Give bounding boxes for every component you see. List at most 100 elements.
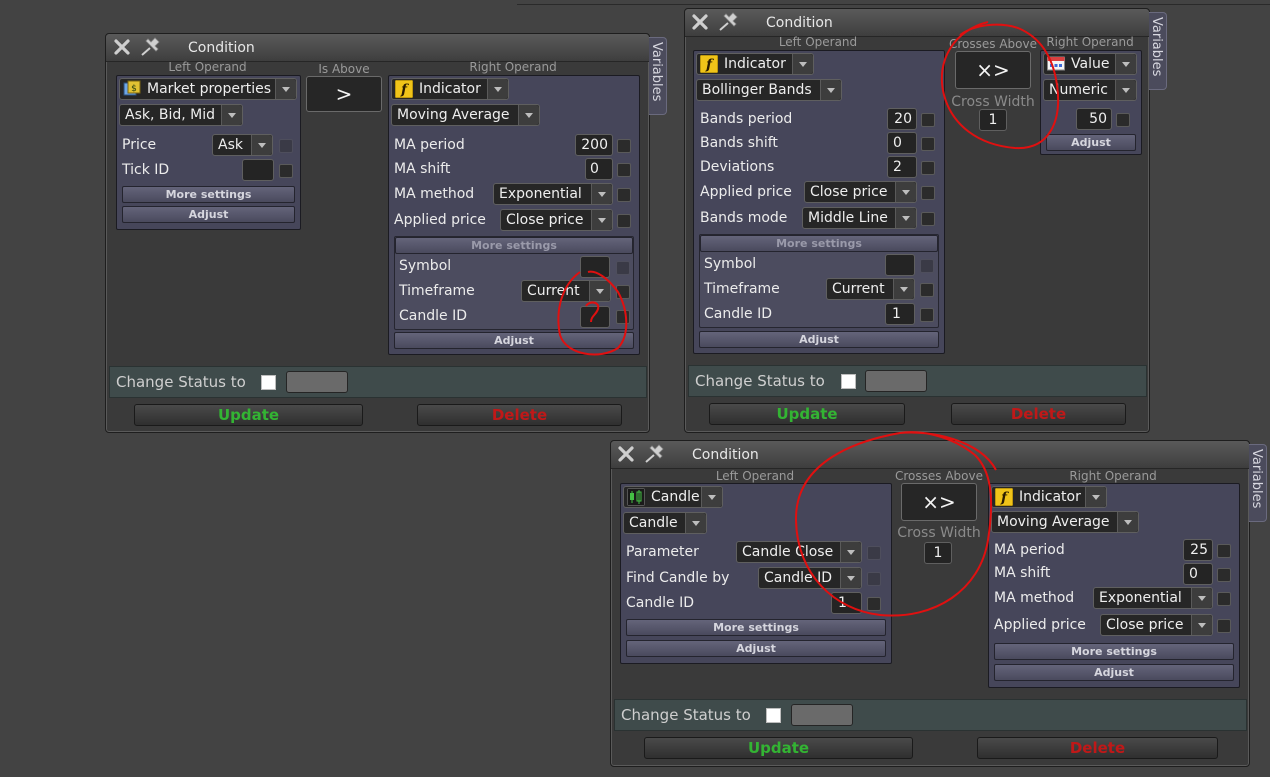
price-dropdown[interactable]: Ask bbox=[212, 134, 273, 156]
ma-period-input[interactable]: 25 bbox=[1183, 539, 1213, 561]
more-settings-button[interactable]: More settings bbox=[994, 643, 1234, 660]
close-icon[interactable] bbox=[691, 13, 709, 31]
value-input[interactable]: 50 bbox=[1076, 108, 1112, 130]
more-settings-button[interactable]: More settings bbox=[122, 186, 295, 203]
timeframe-checkbox[interactable] bbox=[920, 283, 934, 297]
more-settings-button[interactable]: More settings bbox=[395, 237, 633, 254]
adjust-button[interactable]: Adjust bbox=[1046, 134, 1136, 151]
deviations-checkbox[interactable] bbox=[921, 161, 935, 175]
delete-button[interactable]: Delete bbox=[417, 404, 622, 426]
right-operand-sub-dropdown[interactable]: Moving Average bbox=[991, 511, 1139, 533]
find-candle-by-dropdown[interactable]: Candle ID bbox=[758, 567, 862, 589]
crosses-above-button[interactable]: ×> bbox=[955, 51, 1031, 89]
right-operand-sub-dropdown[interactable]: Numeric bbox=[1043, 79, 1137, 101]
pin-icon[interactable] bbox=[643, 444, 667, 464]
right-operand-type-dropdown[interactable]: f Indicator bbox=[991, 486, 1107, 508]
change-status-checkbox[interactable] bbox=[766, 708, 781, 723]
value-checkbox[interactable] bbox=[1116, 113, 1130, 127]
ma-method-dropdown[interactable]: Exponential bbox=[1093, 587, 1213, 609]
status-color-swatch[interactable] bbox=[865, 370, 927, 392]
applied-price-dropdown[interactable]: Close price bbox=[500, 209, 613, 231]
bands-mode-dropdown[interactable]: Middle Line bbox=[802, 207, 917, 229]
pin-icon[interactable] bbox=[139, 37, 163, 57]
ma-method-checkbox[interactable] bbox=[617, 188, 631, 202]
right-operand-sub-dropdown[interactable]: Moving Average bbox=[391, 104, 540, 126]
adjust-button[interactable]: Adjust bbox=[122, 206, 295, 223]
applied-price-dropdown[interactable]: Close price bbox=[804, 181, 917, 203]
bands-period-input[interactable]: 20 bbox=[887, 108, 917, 130]
applied-price-dropdown[interactable]: Close price bbox=[1100, 614, 1213, 636]
variables-tab[interactable]: Variables bbox=[1149, 12, 1167, 90]
adjust-button[interactable]: Adjust bbox=[394, 332, 634, 349]
left-operand-type-dropdown[interactable]: f Indicator bbox=[696, 53, 814, 75]
pin-icon[interactable] bbox=[717, 12, 741, 32]
update-button[interactable]: Update bbox=[134, 404, 363, 426]
left-operand-type-dropdown[interactable]: Candle bbox=[623, 486, 723, 508]
ma-shift-checkbox[interactable] bbox=[617, 163, 631, 177]
title-bar[interactable]: Condition bbox=[611, 441, 1249, 469]
right-operand-type-dropdown[interactable]: Value bbox=[1043, 53, 1137, 75]
delete-button[interactable]: Delete bbox=[951, 403, 1126, 425]
adjust-button[interactable]: Adjust bbox=[994, 664, 1234, 681]
ma-period-checkbox[interactable] bbox=[617, 139, 631, 153]
status-color-swatch[interactable] bbox=[286, 371, 348, 393]
tick-id-input[interactable] bbox=[242, 159, 274, 181]
parameter-dropdown[interactable]: Candle Close bbox=[736, 541, 862, 563]
update-button[interactable]: Update bbox=[709, 403, 905, 425]
symbol-checkbox[interactable] bbox=[920, 259, 934, 273]
adjust-button[interactable]: Adjust bbox=[699, 331, 939, 348]
right-operand-type-dropdown[interactable]: f Indicator bbox=[391, 78, 509, 100]
change-status-checkbox[interactable] bbox=[841, 374, 856, 389]
delete-button[interactable]: Delete bbox=[977, 737, 1218, 759]
cross-width-input[interactable]: 1 bbox=[924, 542, 952, 564]
change-status-checkbox[interactable] bbox=[261, 375, 276, 390]
bands-shift-checkbox[interactable] bbox=[921, 137, 935, 151]
timeframe-checkbox[interactable] bbox=[616, 285, 630, 299]
candle-id-input[interactable]: 1 bbox=[885, 303, 915, 325]
candle-id-checkbox[interactable] bbox=[867, 597, 881, 611]
left-operand-sub-dropdown[interactable]: Ask, Bid, Mid bbox=[119, 104, 243, 126]
more-settings-button[interactable]: More settings bbox=[700, 235, 938, 252]
tick-id-checkbox[interactable] bbox=[279, 164, 293, 178]
timeframe-dropdown[interactable]: Current bbox=[826, 278, 915, 300]
variables-tab[interactable]: Variables bbox=[649, 37, 667, 115]
deviations-input[interactable]: 2 bbox=[887, 156, 917, 178]
applied-price-checkbox[interactable] bbox=[921, 186, 935, 200]
ma-shift-checkbox[interactable] bbox=[1217, 568, 1231, 582]
title-bar[interactable]: Condition bbox=[685, 9, 1149, 37]
timeframe-dropdown[interactable]: Current bbox=[521, 280, 611, 302]
crosses-above-button[interactable]: ×> bbox=[901, 483, 977, 521]
cross-width-input[interactable]: 1 bbox=[979, 109, 1007, 131]
close-icon[interactable] bbox=[617, 445, 635, 463]
ma-shift-input[interactable]: 0 bbox=[585, 158, 613, 180]
find-candle-by-checkbox[interactable] bbox=[867, 572, 881, 586]
candle-id-checkbox[interactable] bbox=[616, 310, 630, 324]
title-bar[interactable]: Condition bbox=[106, 34, 649, 62]
symbol-input[interactable] bbox=[580, 256, 610, 278]
left-operand-sub-dropdown[interactable]: Candle bbox=[623, 512, 707, 534]
more-settings-button[interactable]: More settings bbox=[626, 619, 886, 636]
ma-method-dropdown[interactable]: Exponential bbox=[493, 183, 613, 205]
candle-id-input[interactable]: 1 bbox=[831, 592, 862, 614]
bands-shift-input[interactable]: 0 bbox=[887, 132, 917, 154]
status-color-swatch[interactable] bbox=[791, 704, 853, 726]
price-checkbox[interactable] bbox=[279, 139, 293, 153]
applied-price-checkbox[interactable] bbox=[1217, 619, 1231, 633]
ma-method-checkbox[interactable] bbox=[1217, 592, 1231, 606]
candle-id-input[interactable] bbox=[580, 306, 610, 328]
bands-period-checkbox[interactable] bbox=[921, 113, 935, 127]
ma-shift-input[interactable]: 0 bbox=[1183, 563, 1213, 585]
left-operand-sub-dropdown[interactable]: Bollinger Bands bbox=[696, 79, 842, 101]
ma-period-input[interactable]: 200 bbox=[575, 134, 613, 156]
operator-button[interactable]: > bbox=[306, 76, 382, 112]
adjust-button[interactable]: Adjust bbox=[626, 640, 886, 657]
close-icon[interactable] bbox=[113, 38, 131, 56]
variables-tab[interactable]: Variables bbox=[1249, 444, 1267, 522]
parameter-checkbox[interactable] bbox=[867, 546, 881, 560]
symbol-input[interactable] bbox=[885, 254, 915, 276]
symbol-checkbox[interactable] bbox=[616, 261, 630, 275]
ma-period-checkbox[interactable] bbox=[1217, 544, 1231, 558]
candle-id-checkbox[interactable] bbox=[920, 308, 934, 322]
left-operand-type-dropdown[interactable]: $ Market properties bbox=[119, 78, 297, 100]
update-button[interactable]: Update bbox=[644, 737, 913, 759]
